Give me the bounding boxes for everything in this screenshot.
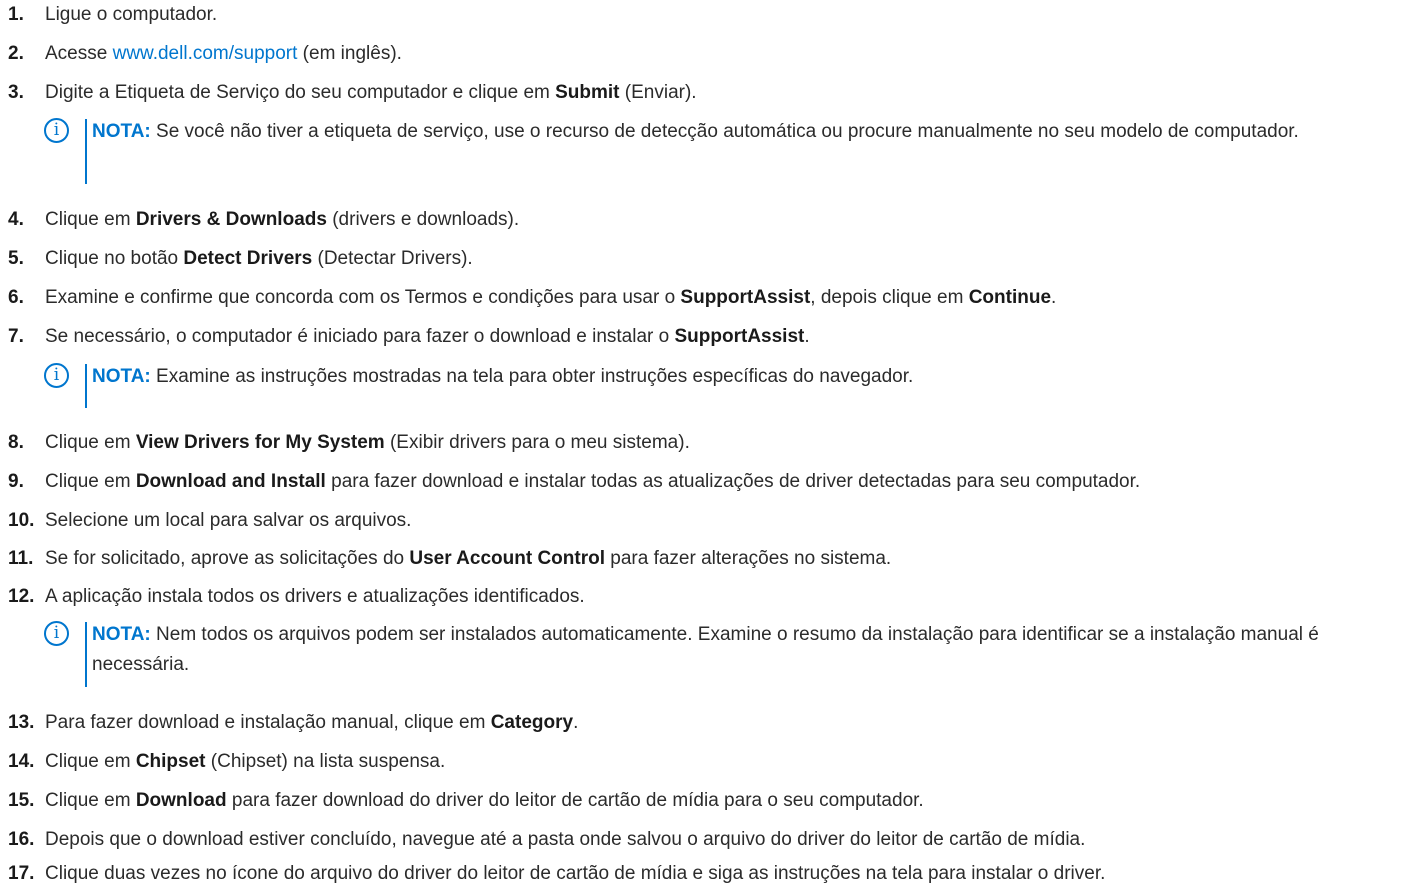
bold-term: Download and Install bbox=[135, 471, 326, 492]
step-number: 4. bbox=[8, 209, 24, 230]
bold-term: Submit bbox=[555, 82, 620, 103]
step-text: Examine e confirme que concorda com os T… bbox=[45, 287, 681, 308]
step-number: 1. bbox=[8, 4, 24, 25]
step-number: 16. bbox=[8, 829, 35, 850]
step-text: Clique duas vezes no ícone do arquivo do… bbox=[45, 863, 1106, 884]
step-number: 17. bbox=[8, 863, 35, 884]
bold-term: Detect Drivers bbox=[183, 248, 313, 269]
step-text: Clique em bbox=[45, 471, 136, 492]
bold-term: Drivers & Downloads bbox=[135, 209, 327, 230]
bold-term: SupportAssist bbox=[680, 287, 811, 308]
step-text: Ligue o computador. bbox=[45, 4, 218, 25]
step-number: 15. bbox=[8, 790, 35, 811]
step-text: Clique em bbox=[45, 209, 136, 230]
step-text: (Enviar). bbox=[619, 82, 697, 103]
step-number: 2. bbox=[8, 43, 24, 64]
step-number: 10. bbox=[8, 510, 35, 531]
step-number: 3. bbox=[8, 82, 24, 103]
step-text: para fazer download e instalar todas as … bbox=[325, 471, 1141, 492]
step-text: (Detectar Drivers). bbox=[312, 248, 473, 269]
step-number: 11. bbox=[8, 548, 34, 569]
note-text: Se você não tiver a etiqueta de serviço,… bbox=[150, 121, 1299, 142]
step-text: Clique no botão bbox=[45, 248, 184, 269]
step-number: 12. bbox=[8, 586, 35, 607]
step-text: (drivers e downloads). bbox=[326, 209, 520, 230]
bold-term: SupportAssist bbox=[674, 326, 805, 347]
step-number: 14. bbox=[8, 751, 35, 772]
info-icon: i bbox=[44, 621, 69, 646]
dell-support-link[interactable]: www.dell.com/support bbox=[113, 43, 298, 64]
note-label: NOTA: bbox=[92, 624, 151, 645]
bold-term: User Account Control bbox=[409, 548, 605, 569]
step-text: . bbox=[573, 712, 579, 733]
step-text: Selecione um local para salvar os arquiv… bbox=[45, 510, 412, 531]
step-text: Depois que o download estiver concluído,… bbox=[45, 829, 1086, 850]
bold-term: Chipset bbox=[135, 751, 206, 772]
step-text: . bbox=[1051, 287, 1057, 308]
step-text: (em inglês). bbox=[297, 43, 402, 64]
step-text: Digite a Etiqueta de Serviço do seu comp… bbox=[45, 82, 556, 103]
step-number: 6. bbox=[8, 287, 24, 308]
note-text: Nem todos os arquivos podem ser instalad… bbox=[92, 624, 1319, 675]
step-text: para fazer download do driver do leitor … bbox=[226, 790, 924, 811]
note-divider bbox=[85, 622, 87, 687]
step-text: para fazer alterações no sistema. bbox=[605, 548, 892, 569]
step-text: Para fazer download e instalação manual,… bbox=[45, 712, 491, 733]
step-text: (Exibir drivers para o meu sistema). bbox=[384, 432, 690, 453]
step-text: . bbox=[804, 326, 810, 347]
bold-term: View Drivers for My System bbox=[135, 432, 385, 453]
step-text: Clique em bbox=[45, 790, 136, 811]
step-text: Acesse bbox=[45, 43, 113, 64]
step-number: 7. bbox=[8, 326, 24, 347]
note-text: Examine as instruções mostradas na tela … bbox=[150, 366, 914, 387]
note-label: NOTA: bbox=[92, 366, 151, 387]
note-box: i NOTA: Nem todos os arquivos podem ser … bbox=[44, 620, 1404, 687]
bold-term: Continue bbox=[968, 287, 1052, 308]
info-icon: i bbox=[44, 363, 69, 388]
step-text: , depois clique em bbox=[810, 287, 969, 308]
note-divider bbox=[85, 119, 87, 184]
step-text: Clique em bbox=[45, 751, 136, 772]
info-icon: i bbox=[44, 118, 69, 143]
bold-term: Download bbox=[135, 790, 227, 811]
step-text: Se for solicitado, aprove as solicitaçõe… bbox=[45, 548, 410, 569]
note-box: i NOTA: Se você não tiver a etiqueta de … bbox=[44, 117, 1404, 184]
step-number: 9. bbox=[8, 471, 24, 492]
step-text: Se necessário, o computador é iniciado p… bbox=[45, 326, 675, 347]
note-box: i NOTA: Examine as instruções mostradas … bbox=[44, 362, 1404, 408]
step-number: 5. bbox=[8, 248, 24, 269]
step-number: 13. bbox=[8, 712, 35, 733]
note-divider bbox=[85, 364, 87, 408]
step-text: Clique em bbox=[45, 432, 136, 453]
step-text: (Chipset) na lista suspensa. bbox=[205, 751, 446, 772]
step-text: A aplicação instala todos os drivers e a… bbox=[45, 586, 585, 607]
note-label: NOTA: bbox=[92, 121, 151, 142]
bold-term: Category bbox=[490, 712, 574, 733]
step-number: 8. bbox=[8, 432, 24, 453]
